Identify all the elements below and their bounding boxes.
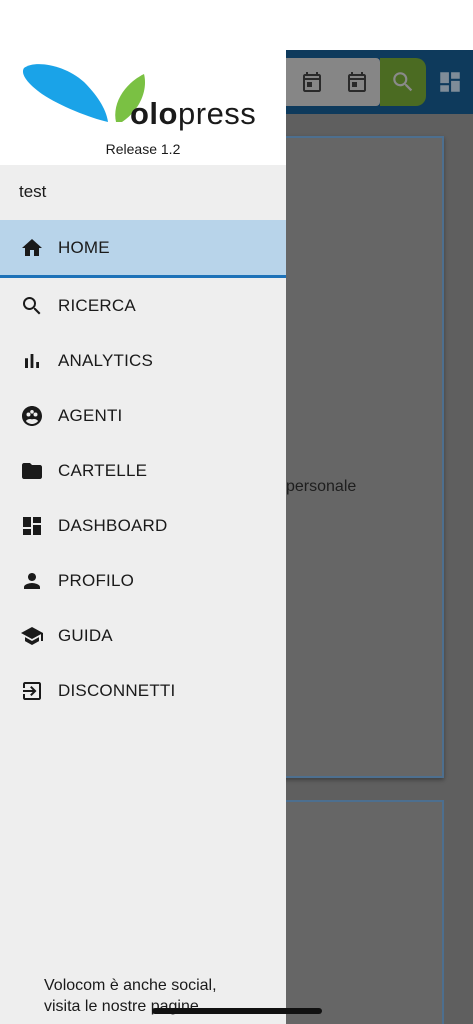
- home-indicator[interactable]: [152, 1008, 322, 1014]
- menu-item-label: PROFILO: [58, 570, 135, 590]
- menu-item-guida[interactable]: GUIDA: [0, 608, 286, 663]
- menu-item-label: CARTELLE: [58, 460, 148, 480]
- content-card-secondary: [268, 800, 444, 1024]
- folder-icon: [20, 459, 44, 483]
- menu-item-home[interactable]: HOME: [0, 220, 286, 278]
- menu-item-disconnetti[interactable]: DISCONNETTI: [0, 663, 286, 718]
- menu-item-profilo[interactable]: PROFILO: [0, 553, 286, 608]
- menu-item-label: HOME: [58, 237, 110, 257]
- bar-chart-icon: [20, 349, 44, 373]
- logout-icon: [20, 679, 44, 703]
- menu-item-dashboard[interactable]: DASHBOARD: [0, 498, 286, 553]
- menu-item-label: DASHBOARD: [58, 515, 168, 535]
- card-text: personale: [286, 478, 357, 495]
- home-icon: [20, 236, 44, 260]
- menu-item-label: GUIDA: [58, 625, 113, 645]
- logo-wordmark: olopress: [130, 96, 257, 131]
- menu-item-ricerca[interactable]: RICERCA: [0, 278, 286, 333]
- content-card: [268, 136, 444, 778]
- menu-item-label: ANALYTICS: [58, 350, 154, 370]
- person-icon: [20, 569, 44, 593]
- search-button[interactable]: [380, 58, 426, 106]
- agents-icon: [20, 404, 44, 428]
- search-icon: [20, 294, 44, 318]
- search-icon: [393, 72, 413, 92]
- calendar-from-icon[interactable]: [296, 66, 328, 98]
- social-line-1: Volocom è anche social,: [44, 977, 217, 994]
- drawer-menu: HOME RICERCA ANALYTICS AGENTI CARTELLE D…: [0, 220, 286, 718]
- menu-item-analytics[interactable]: ANALYTICS: [0, 333, 286, 388]
- user-name: test: [19, 182, 47, 201]
- school-icon: [20, 624, 44, 648]
- menu-item-agenti[interactable]: AGENTI: [0, 388, 286, 443]
- release-version: Release 1.2: [105, 141, 181, 157]
- menu-item-label: RICERCA: [58, 295, 136, 315]
- menu-item-label: DISCONNETTI: [58, 680, 176, 700]
- calendar-to-icon[interactable]: [341, 66, 373, 98]
- menu-item-label: AGENTI: [58, 405, 123, 425]
- dashboard-icon: [20, 514, 44, 538]
- drawer-header: olopress Release 1.2: [0, 0, 286, 165]
- menu-item-cartelle[interactable]: CARTELLE: [0, 443, 286, 498]
- dashboard-toggle-icon[interactable]: [434, 66, 466, 98]
- navigation-drawer: olopress Release 1.2 test HOME RICERCA A…: [0, 0, 286, 1024]
